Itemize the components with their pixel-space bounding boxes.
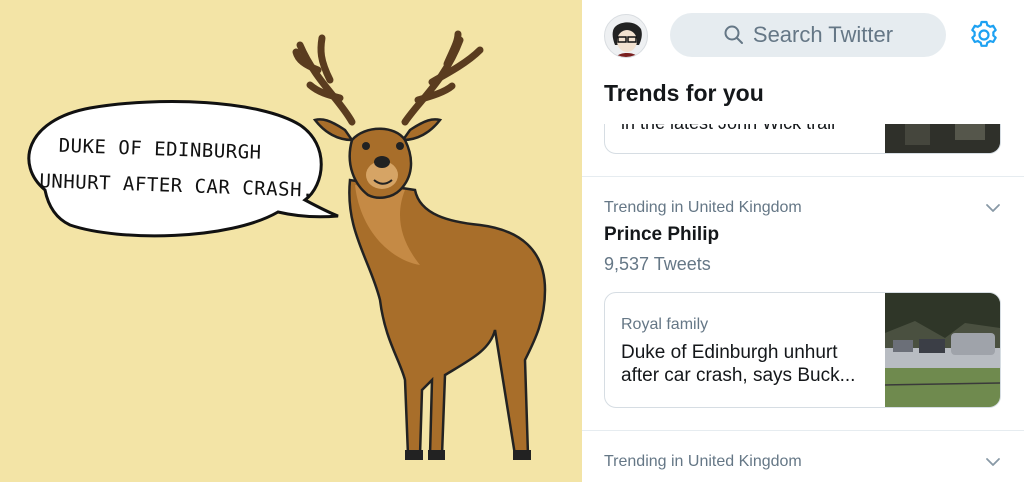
twitter-explore-panel: in the latest John Wick trail Search Twi…: [582, 0, 1024, 482]
avatar[interactable]: [604, 14, 648, 58]
news-category: Royal family: [621, 316, 709, 333]
chevron-down-icon[interactable]: [982, 197, 1004, 219]
search-icon: [724, 25, 743, 44]
stag-illustration: [27, 30, 547, 460]
divider: [582, 430, 1024, 431]
trend-name: Prince Philip: [604, 224, 720, 245]
news-headline-line-1: Duke of Edinburgh unhurt: [621, 342, 838, 363]
news-headline: Duke of Edinburgh unhurt after car crash…: [621, 341, 871, 387]
top-bar: Search Twitter Trends for you: [582, 0, 1024, 124]
gear-icon[interactable]: [968, 19, 1000, 51]
news-thumbnail: [885, 293, 1000, 407]
search-input[interactable]: Search Twitter: [670, 13, 946, 57]
cartoon-panel: DUKE OF EDINBURGH UNHURT AFTER CAR CRASH…: [0, 0, 582, 482]
speech-bubble-text: DUKE OF EDINBURGH UNHURT AFTER CAR CRASH…: [29, 127, 331, 209]
news-headline-line-2: after car crash, says Buck...: [621, 365, 856, 386]
divider: [582, 176, 1024, 177]
trend-context: Trending in United Kingdom: [604, 453, 802, 470]
page-title: Trends for you: [604, 80, 764, 106]
trend-news-card[interactable]: Royal family Duke of Edinburgh unhurt af…: [604, 292, 1001, 408]
trend-context: Trending in United Kingdom: [604, 199, 802, 216]
trend-tweet-count: 9,537 Tweets: [604, 254, 711, 274]
chevron-down-icon[interactable]: [982, 451, 1004, 473]
search-placeholder: Search Twitter: [752, 22, 894, 47]
